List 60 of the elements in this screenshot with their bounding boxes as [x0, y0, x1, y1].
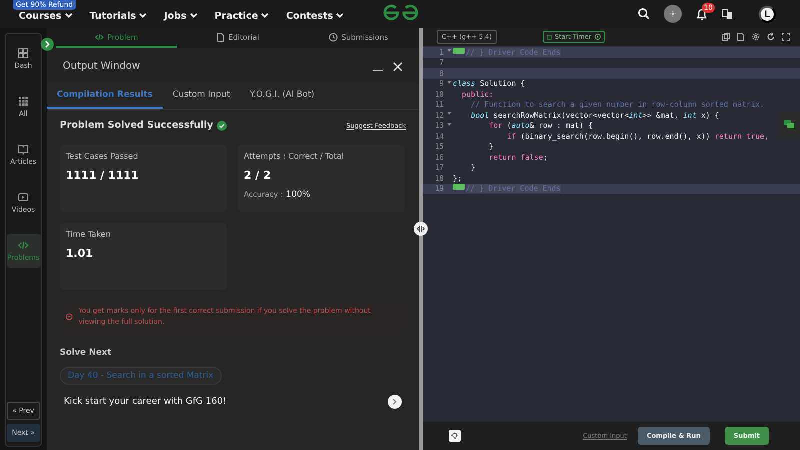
- dots-grid-icon: [18, 96, 29, 107]
- sun-icon: [670, 10, 676, 18]
- fold-arrow-icon[interactable]: [446, 112, 452, 116]
- code-icon: [94, 32, 104, 42]
- clock-icon: [328, 32, 338, 42]
- copy-icon[interactable]: [722, 33, 730, 41]
- fold-arrow-icon[interactable]: [446, 80, 452, 85]
- stat-label: Time Taken: [66, 230, 112, 239]
- output-tab[interactable]: Y.O.G.I. (AI Bot): [240, 83, 325, 109]
- nav-menu-item[interactable]: Tutorials: [90, 10, 148, 22]
- code-icon: [18, 240, 29, 251]
- theme-toggle[interactable]: [664, 5, 682, 23]
- nav-menu-item[interactable]: Courses: [19, 10, 73, 22]
- reset-icon[interactable]: [767, 33, 775, 41]
- logo-icon[interactable]: [383, 3, 419, 23]
- lightbulb-icon: [451, 432, 459, 440]
- fold-arrow-icon[interactable]: [446, 122, 452, 127]
- close-icon[interactable]: [393, 62, 403, 72]
- settings-icon[interactable]: [752, 33, 760, 41]
- window-title: Output Window: [63, 61, 140, 72]
- play-icon: [18, 192, 29, 203]
- fold-marker-icon[interactable]: [453, 184, 465, 190]
- output-tab[interactable]: Custom Input: [162, 83, 240, 109]
- translate-icon[interactable]: [722, 8, 733, 20]
- chevron-right-icon: [393, 399, 397, 406]
- status-heading: Problem Solved Successfully: [60, 120, 214, 131]
- nav-menu-item[interactable]: Jobs: [164, 10, 198, 22]
- file-icon[interactable]: [737, 33, 745, 41]
- stat-label: Test Cases Passed: [66, 152, 140, 161]
- section-heading: Solve Next: [60, 348, 113, 358]
- check-circle-icon: [217, 120, 228, 130]
- chat-button[interactable]: [778, 112, 800, 138]
- book-icon: [18, 144, 29, 155]
- chat-icon: [784, 120, 794, 130]
- play-icon: [594, 34, 601, 40]
- nav-menu-item[interactable]: Practice: [214, 10, 270, 22]
- chevron-down-icon: [336, 13, 344, 19]
- chevron-right-icon: [45, 41, 50, 48]
- chevron-down-icon: [64, 13, 73, 19]
- nav-menu-item[interactable]: Contests: [286, 10, 344, 22]
- fullscreen-icon[interactable]: [782, 33, 790, 41]
- hint-button[interactable]: [449, 430, 461, 442]
- stat-value: 100%: [286, 190, 310, 200]
- next-arrow-button[interactable]: [388, 395, 402, 410]
- chevron-down-icon: [139, 13, 148, 19]
- search-icon[interactable]: [638, 8, 650, 20]
- info-icon: [66, 313, 73, 322]
- stat-value: 2 / 2: [244, 169, 272, 182]
- stat-value: 1.01: [66, 247, 94, 260]
- promo-text: Kick start your career with GfG 160!: [64, 397, 227, 408]
- chevron-down-icon: [190, 13, 198, 19]
- fold-arrow-icon[interactable]: [446, 49, 452, 54]
- grid-icon: [18, 48, 29, 59]
- split-arrows-icon: [417, 225, 425, 233]
- stat-label: Attempts : Correct / Total: [244, 152, 346, 161]
- avatar[interactable]: L: [759, 6, 776, 22]
- chevron-down-icon: [261, 13, 270, 19]
- stat-value: 1111 / 1111: [66, 169, 140, 182]
- fold-marker-icon[interactable]: [453, 48, 465, 54]
- document-icon: [216, 32, 225, 42]
